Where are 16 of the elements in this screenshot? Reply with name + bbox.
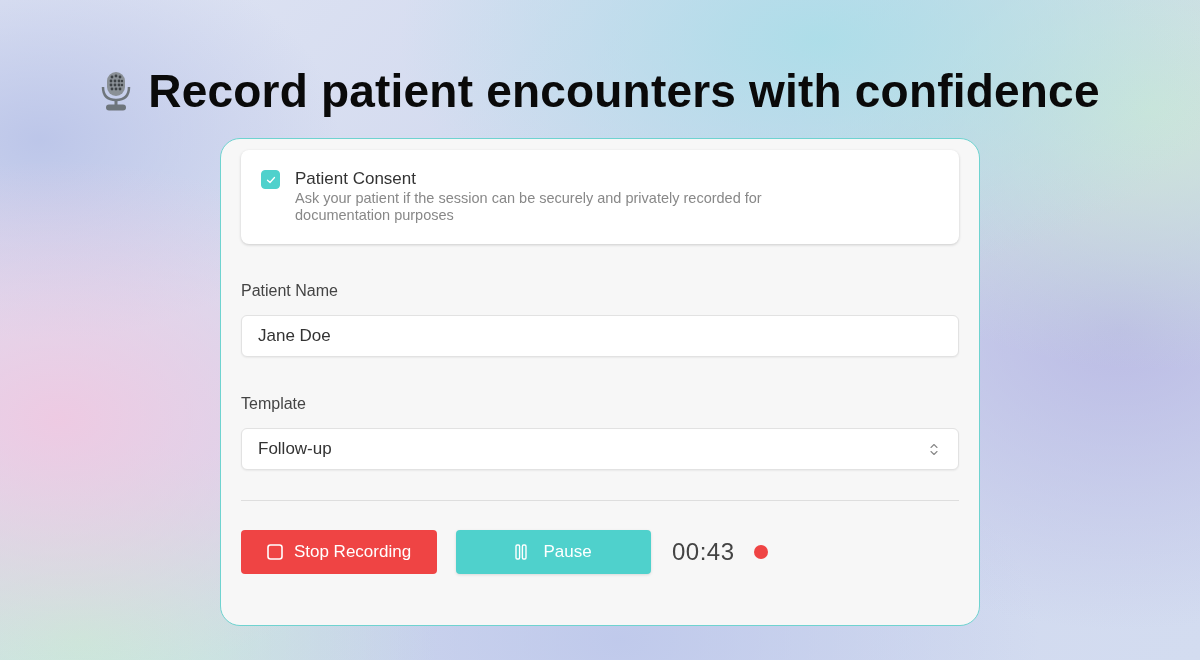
consent-description: Ask your patient if the session can be securely and privately recorded for documentation purposes xyxy=(295,190,763,224)
input-field[interactable]: Jane Doe xyxy=(241,315,959,357)
consent-title: Patient Consent xyxy=(295,169,416,189)
field-label: Patient Name xyxy=(241,281,338,301)
timer: 00:43 xyxy=(672,538,735,566)
field-label: Template xyxy=(241,394,306,414)
check-icon xyxy=(265,175,276,184)
select-value: Follow-up xyxy=(258,439,332,459)
stop-recording-button[interactable]: Stop Recording xyxy=(241,530,437,574)
select-dropdown[interactable]: Follow-up xyxy=(241,428,959,470)
microphone-icon xyxy=(100,71,133,111)
square-icon xyxy=(266,544,283,560)
chevron-up-down-icon xyxy=(930,442,938,456)
checkbox[interactable] xyxy=(261,170,280,189)
page-title: Record patient encounters with confidence xyxy=(148,64,1100,118)
pause-icon xyxy=(515,544,528,560)
